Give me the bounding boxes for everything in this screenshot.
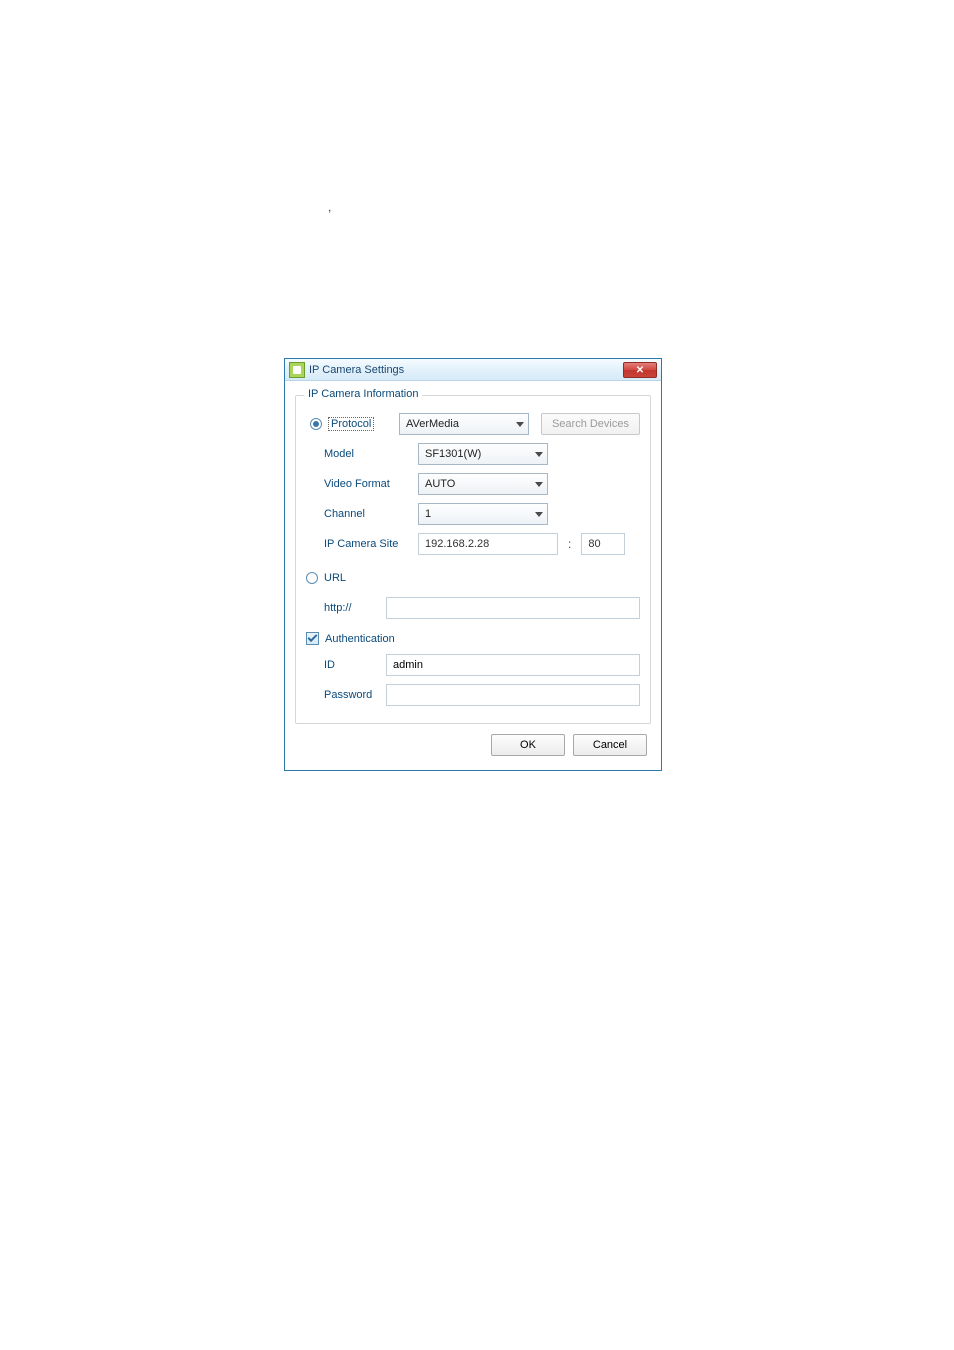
checkbox-checked-icon (306, 632, 319, 645)
url-input[interactable] (386, 597, 640, 619)
id-input[interactable]: admin (386, 654, 640, 676)
model-label: Model (306, 448, 418, 460)
chevron-down-icon (535, 452, 543, 457)
channel-select-value: 1 (425, 508, 431, 520)
id-row: ID admin (306, 653, 640, 677)
id-label: ID (306, 659, 386, 671)
model-select[interactable]: SF1301(W) (418, 443, 548, 465)
ip-camera-site-label: IP Camera Site (306, 538, 418, 550)
protocol-row: Protocol AVerMedia Search Devices (306, 412, 640, 436)
search-devices-label: Search Devices (552, 418, 629, 430)
chevron-down-icon (535, 482, 543, 487)
ip-camera-site-row: IP Camera Site 192.168.2.28 : 80 (306, 532, 640, 556)
url-radio-row: URL (306, 566, 640, 590)
stray-text: , (328, 200, 331, 214)
ok-button-label: OK (520, 739, 536, 751)
protocol-radio[interactable]: Protocol (310, 417, 374, 431)
protocol-radio-label: Protocol (328, 417, 374, 431)
chevron-down-icon (535, 512, 543, 517)
ip-camera-information-group: IP Camera Information Protocol AVerMedia (295, 395, 651, 724)
ip-address-input[interactable]: 192.168.2.28 (418, 533, 558, 555)
chevron-down-icon (516, 422, 524, 427)
radio-off-icon (306, 572, 318, 584)
video-format-select[interactable]: AUTO (418, 473, 548, 495)
port-input[interactable]: 80 (581, 533, 625, 555)
cancel-button[interactable]: Cancel (573, 734, 647, 756)
cancel-button-label: Cancel (593, 739, 627, 751)
url-input-row: http:// (306, 596, 640, 620)
authentication-block: ID admin Password (306, 653, 640, 707)
close-button[interactable]: ✕ (623, 362, 657, 378)
protocol-select-value: AVerMedia (406, 418, 459, 430)
port-separator: : (568, 537, 571, 551)
ok-button[interactable]: OK (491, 734, 565, 756)
protocol-select[interactable]: AVerMedia (399, 413, 529, 435)
channel-row: Channel 1 (306, 502, 640, 526)
url-radio[interactable]: URL (306, 572, 346, 584)
authentication-checkbox-label: Authentication (325, 633, 395, 645)
model-select-value: SF1301(W) (425, 448, 481, 460)
channel-select[interactable]: 1 (418, 503, 548, 525)
url-prefix-label: http:// (306, 602, 386, 614)
model-row: Model SF1301(W) (306, 442, 640, 466)
url-radio-label: URL (324, 572, 346, 584)
password-row: Password (306, 683, 640, 707)
video-format-select-value: AUTO (425, 478, 455, 490)
titlebar[interactable]: IP Camera Settings ✕ (285, 359, 661, 381)
video-format-row: Video Format AUTO (306, 472, 640, 496)
password-label: Password (306, 689, 386, 701)
dialog-footer: OK Cancel (295, 724, 651, 760)
search-devices-button[interactable]: Search Devices (541, 413, 640, 435)
channel-label: Channel (306, 508, 418, 520)
close-icon: ✕ (636, 365, 644, 376)
app-icon (289, 362, 305, 378)
ip-camera-settings-dialog: IP Camera Settings ✕ IP Camera Informati… (284, 358, 662, 771)
password-input[interactable] (386, 684, 640, 706)
port-value: 80 (588, 538, 600, 550)
id-value: admin (393, 659, 423, 671)
radio-on-icon (310, 418, 322, 430)
window-title: IP Camera Settings (309, 364, 404, 376)
authentication-checkbox[interactable]: Authentication (306, 632, 395, 645)
ip-address-value: 192.168.2.28 (425, 538, 489, 550)
dialog-body: IP Camera Information Protocol AVerMedia (285, 381, 661, 770)
group-label: IP Camera Information (304, 388, 422, 400)
video-format-label: Video Format (306, 478, 418, 490)
